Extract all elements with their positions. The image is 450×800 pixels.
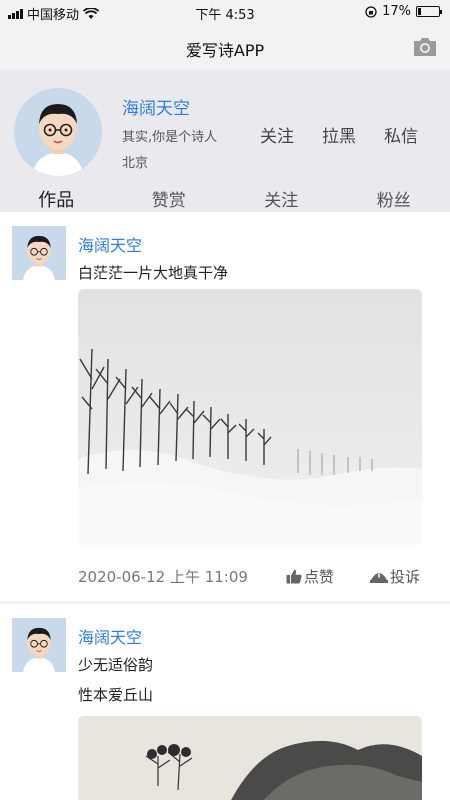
app-title: 爱写诗APP — [185, 41, 265, 60]
post-card: 海阔天空 白茫茫一片大地真干净 2020-06-12 上午 11:09 点赞 投… — [0, 212, 450, 604]
avatar-illustration — [14, 88, 102, 176]
block-button[interactable]: 拉黑 — [322, 122, 356, 147]
post-image[interactable] — [78, 289, 422, 545]
report-icon — [370, 572, 388, 583]
snow-landscape-image — [78, 289, 422, 545]
status-right: 17% — [365, 4, 442, 19]
post-avatar[interactable] — [12, 618, 66, 672]
like-label: 点赞 — [304, 568, 335, 586]
profile-header: 海阔天空 其实,你是个诗人 北京 关注 拉黑 私信 作品 赞赏 关注 粉丝 — [0, 70, 450, 212]
report-button[interactable]: 投诉 — [370, 566, 420, 587]
profile-tabs: 作品 赞赏 关注 粉丝 — [0, 182, 450, 212]
profile-actions: 关注 拉黑 私信 — [260, 122, 418, 147]
post-text-line: 性本爱丘山 — [78, 686, 154, 704]
nav-bar: 爱写诗APP — [0, 24, 450, 70]
follow-button[interactable]: 关注 — [260, 122, 294, 147]
report-label: 投诉 — [390, 568, 421, 586]
post-feed: 海阔天空 白茫茫一片大地真干净 2020-06-12 上午 11:09 点赞 投… — [0, 212, 450, 800]
tab-rewards[interactable]: 赞赏 — [113, 182, 226, 212]
battery-percent: 17% — [382, 4, 411, 19]
avatar[interactable] — [14, 88, 102, 176]
ink-landscape-image — [78, 716, 422, 800]
avatar-illustration — [12, 226, 66, 280]
like-button[interactable]: 点赞 — [286, 566, 334, 587]
post-card: 海阔天空 少无适俗韵 性本爱丘山 — [0, 604, 450, 800]
post-image[interactable] — [78, 716, 422, 800]
message-button[interactable]: 私信 — [384, 122, 418, 147]
tab-works[interactable]: 作品 — [0, 182, 113, 212]
status-bar: 中国移动 下午 4:53 17% — [0, 0, 450, 24]
profile-location: 北京 — [122, 156, 149, 171]
battery-icon — [416, 6, 442, 17]
tab-fans[interactable]: 粉丝 — [338, 182, 450, 212]
avatar-illustration — [12, 618, 66, 672]
camera-icon[interactable] — [412, 36, 438, 58]
post-author[interactable]: 海阔天空 — [78, 624, 142, 648]
tab-following[interactable]: 关注 — [225, 182, 338, 212]
post-text-line: 少无适俗韵 — [78, 656, 154, 674]
post-timestamp: 2020-06-12 上午 11:09 — [78, 568, 248, 586]
thumbs-up-icon — [286, 569, 302, 584]
post-author[interactable]: 海阔天空 — [78, 232, 142, 256]
profile-name[interactable]: 海阔天空 — [122, 94, 190, 119]
profile-bio: 其实,你是个诗人 — [122, 130, 218, 145]
orientation-lock-icon — [365, 5, 377, 18]
post-text-line: 白茫茫一片大地真干净 — [78, 264, 229, 282]
post-avatar[interactable] — [12, 226, 66, 280]
